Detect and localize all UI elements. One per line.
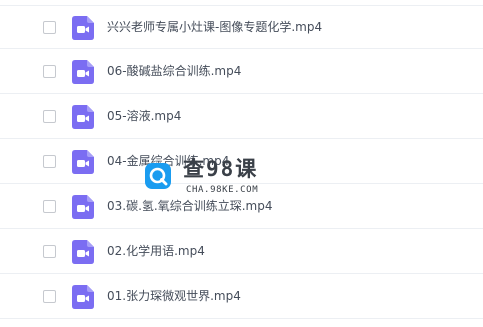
video-file-icon [72, 240, 94, 264]
video-file-icon [72, 150, 94, 174]
file-name[interactable]: 01.张力琛微观世界.mp4 [107, 288, 241, 304]
row-checkbox[interactable] [43, 65, 56, 78]
row-checkbox[interactable] [43, 21, 56, 34]
video-file-icon [72, 60, 94, 84]
file-row[interactable]: 03.碳.氢.氧综合训练立琛.mp4 [0, 185, 483, 229]
file-row[interactable]: 05-溶液.mp4 [0, 95, 483, 139]
row-checkbox[interactable] [43, 155, 56, 168]
row-checkbox[interactable] [43, 110, 56, 123]
file-name[interactable]: 04-金属综合训练.mp4 [107, 153, 229, 169]
file-name[interactable]: 02.化学用语.mp4 [107, 243, 205, 259]
video-file-icon [72, 195, 94, 219]
file-row[interactable]: 兴兴老师专属小灶课-图像专题化学.mp4 [0, 5, 483, 49]
file-name[interactable]: 03.碳.氢.氧综合训练立琛.mp4 [107, 198, 272, 214]
file-name[interactable]: 06-酸碱盐综合训练.mp4 [107, 63, 241, 79]
video-file-icon [72, 105, 94, 129]
row-checkbox[interactable] [43, 245, 56, 258]
file-name[interactable]: 兴兴老师专属小灶课-图像专题化学.mp4 [107, 19, 322, 35]
row-checkbox[interactable] [43, 290, 56, 303]
row-checkbox[interactable] [43, 200, 56, 213]
video-file-icon [72, 285, 94, 309]
file-row[interactable]: 02.化学用语.mp4 [0, 230, 483, 274]
file-list: 兴兴老师专属小灶课-图像专题化学.mp4 06-酸碱盐综合训练.mp4 05-溶… [0, 0, 483, 327]
file-row[interactable]: 06-酸碱盐综合训练.mp4 [0, 50, 483, 94]
file-row[interactable]: 01.张力琛微观世界.mp4 [0, 275, 483, 319]
file-name[interactable]: 05-溶液.mp4 [107, 108, 181, 124]
file-row[interactable]: 04-金属综合训练.mp4 [0, 140, 483, 184]
video-file-icon [72, 16, 94, 40]
